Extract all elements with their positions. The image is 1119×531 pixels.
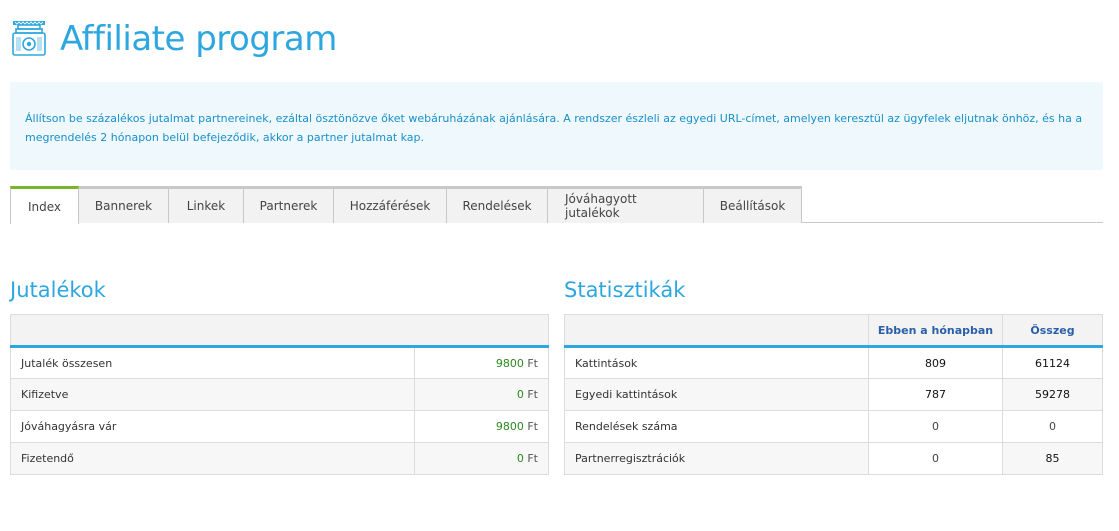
amount: 0	[516, 388, 524, 401]
month-value: 809	[868, 346, 1003, 379]
tab-rendelesek[interactable]: Rendelések	[447, 186, 548, 223]
row-label: Kifizetve	[10, 378, 415, 411]
currency: Ft	[527, 452, 538, 465]
amount: 9800	[495, 420, 524, 433]
tab-jovahagyott-jutalekok[interactable]: Jóváhagyott jutalékok	[548, 186, 704, 223]
total-value: 85	[1002, 442, 1103, 475]
table-row: Jóváhagyásra vár 9800 Ft	[10, 410, 549, 443]
page-header: Affiliate program	[10, 14, 337, 64]
row-label: Jóváhagyásra vár	[10, 410, 415, 443]
row-label: Partnerregisztrációk	[564, 442, 869, 475]
amount: 9800	[495, 356, 524, 370]
amount: 0	[516, 452, 524, 465]
row-label: Fizetendő	[10, 442, 415, 475]
row-label: Jutalék összesen	[10, 346, 415, 379]
tab-index[interactable]: Index	[10, 186, 79, 224]
stats-header-empty	[564, 314, 869, 348]
row-value: 0 Ft	[414, 442, 549, 475]
month-value: 0	[868, 442, 1003, 475]
table-row: Egyedi kattintások 787 59278	[564, 378, 1103, 411]
tab-hozzafeeresek[interactable]: Hozzáférések	[334, 186, 447, 223]
tab-linkek[interactable]: Linkek	[169, 186, 244, 223]
table-header-row: Ebben a hónapban Összeg	[564, 314, 1103, 348]
total-value: 59278	[1002, 378, 1103, 411]
table-row: Partnerregisztrációk 0 85	[564, 442, 1103, 475]
month-value: 787	[868, 378, 1003, 411]
currency: Ft	[527, 420, 538, 433]
month-value: 0	[868, 410, 1003, 443]
stats-header-month: Ebben a hónapban	[868, 314, 1003, 348]
table-row: Fizetendő 0 Ft	[10, 442, 549, 475]
commissions-title: Jutalékok	[10, 278, 106, 302]
info-box: Állítson be százalékos jutalmat partnere…	[10, 82, 1103, 170]
tab-beallitasok[interactable]: Beállítások	[704, 186, 802, 223]
commissions-header	[10, 314, 549, 348]
table-row: Jutalék összesen 9800 Ft	[10, 346, 549, 379]
tab-bar: Index Bannerek Linkek Partnerek Hozzáfér…	[10, 186, 1103, 224]
row-value: 9800 Ft	[414, 410, 549, 443]
stats-title: Statisztikák	[564, 278, 686, 302]
stats-table: Ebben a hónapban Összeg Kattintások 809 …	[564, 314, 1103, 475]
row-label: Egyedi kattintások	[564, 378, 869, 411]
row-label: Rendelések száma	[564, 410, 869, 443]
row-value: 9800 Ft	[414, 346, 549, 379]
total-value: 61124	[1002, 346, 1103, 379]
commissions-table: Jutalék összesen 9800 Ft Kifizetve 0 Ft …	[10, 314, 549, 475]
currency: Ft	[527, 388, 538, 401]
table-row: Kifizetve 0 Ft	[10, 378, 549, 411]
tab-bannerek[interactable]: Bannerek	[79, 186, 169, 223]
tab-partnerek[interactable]: Partnerek	[244, 186, 334, 223]
stats-header-total: Összeg	[1002, 314, 1103, 348]
table-header-row	[10, 314, 549, 348]
currency: Ft	[527, 356, 538, 370]
table-row: Kattintások 809 61124	[564, 346, 1103, 379]
row-label: Kattintások	[564, 346, 869, 379]
info-text: Állítson be százalékos jutalmat partnere…	[25, 112, 1083, 144]
table-row: Rendelések száma 0 0	[564, 410, 1103, 443]
total-value: 0	[1002, 410, 1103, 443]
row-value: 0 Ft	[414, 378, 549, 411]
cash-stack-icon	[12, 21, 46, 56]
page-title: Affiliate program	[60, 19, 337, 59]
